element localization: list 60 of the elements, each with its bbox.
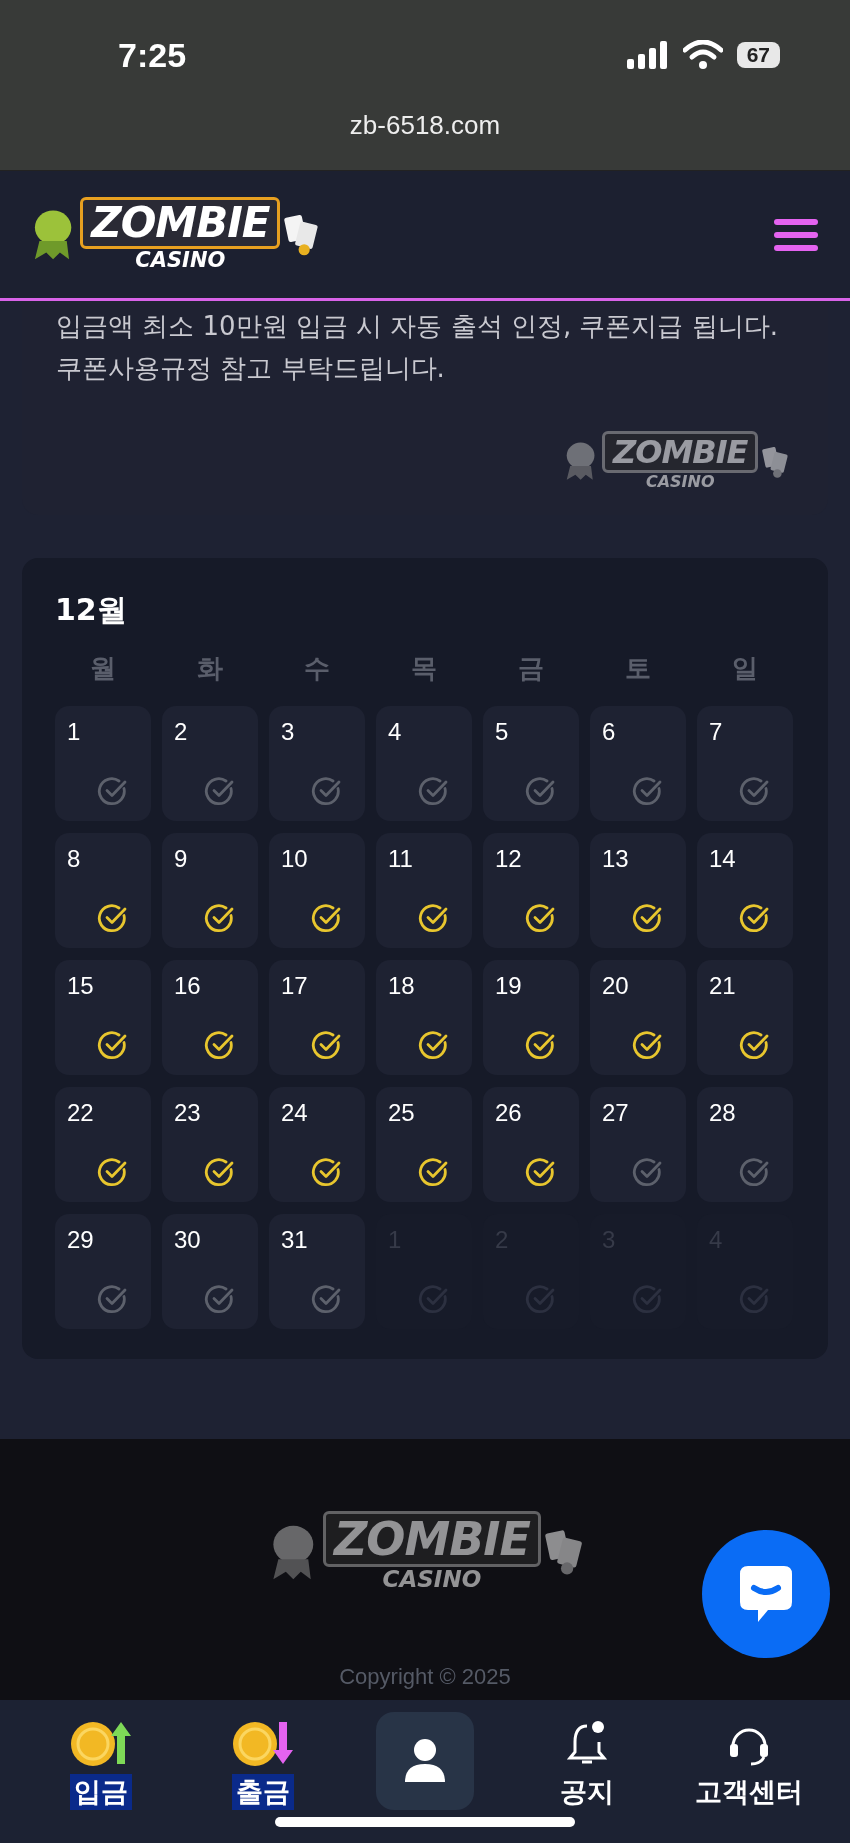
weekday-label: 일 [731, 652, 759, 685]
day-number: 19 [495, 972, 522, 1000]
day-number: 23 [174, 1099, 201, 1127]
day-number: 3 [281, 718, 295, 746]
weekday-label: 금 [517, 652, 545, 685]
person-icon [403, 1738, 447, 1784]
day-number: 14 [709, 845, 736, 873]
day-number: 22 [67, 1099, 94, 1127]
day-number: 27 [602, 1099, 629, 1127]
notice-text: 쿠폰사용규정 참고 부탁드립니다. [56, 351, 445, 385]
day-number: 28 [709, 1099, 736, 1127]
wifi-icon [682, 40, 723, 70]
copyright-text: Copyright © 2025 [339, 1664, 511, 1691]
weekday-label: 목 [410, 652, 438, 685]
watermark-logo: ZOMBIE CASINO [562, 431, 788, 491]
day-number: 6 [602, 718, 616, 746]
weekday-label: 토 [624, 652, 652, 685]
weekday-label: 수 [303, 652, 331, 685]
nav-item[interactable]: 공지 [506, 1712, 668, 1816]
day-number: 5 [495, 718, 509, 746]
unchecked-circle-icon [632, 1283, 664, 1315]
unchecked-circle-icon [525, 1283, 557, 1315]
day-number: 29 [67, 1226, 94, 1254]
day-number: 17 [281, 972, 308, 1000]
day-number: 9 [174, 845, 188, 873]
day-number: 1 [67, 718, 81, 746]
footer-logo: ZOMBIE CASINO [268, 1510, 582, 1593]
nav-item[interactable]: 출금 [182, 1712, 344, 1816]
notice-text: 입금액 최소 10만원 입금 시 자동 출석 인정, 쿠폰지급 됩니다. [56, 310, 778, 343]
day-number: 18 [388, 972, 415, 1000]
day-number: 8 [67, 845, 81, 873]
battery-level: 67 [736, 42, 780, 68]
day-number: 15 [67, 972, 94, 1000]
day-number: 16 [174, 972, 201, 1000]
day-number: 7 [709, 718, 723, 746]
url-text[interactable]: zb-6518.com [349, 110, 501, 141]
day-number: 30 [174, 1226, 201, 1254]
day-number: 31 [281, 1226, 308, 1254]
weekday-label: 화 [196, 652, 224, 685]
day-number: 13 [602, 845, 629, 873]
day-number: 21 [709, 972, 736, 1000]
signal-icon [626, 41, 669, 69]
day-number: 2 [174, 718, 188, 746]
day-number: 10 [281, 845, 308, 873]
day-number: 20 [602, 972, 629, 1000]
unchecked-circle-icon [418, 1283, 450, 1315]
day-number: 26 [495, 1099, 522, 1127]
weekday-label: 월 [89, 652, 117, 685]
status-time: 7:25 [118, 35, 187, 75]
day-number: 11 [388, 845, 413, 873]
day-number: 25 [388, 1099, 415, 1127]
day-number: 12 [495, 845, 522, 873]
nav-item[interactable]: 입금 [20, 1712, 182, 1816]
month-title: 12월 [55, 591, 128, 629]
day-number: 4 [388, 718, 402, 746]
unchecked-circle-icon [739, 1283, 771, 1315]
nav-item[interactable]: 고객센터 [668, 1712, 830, 1816]
site-logo: ZOMBIE CASINO [30, 196, 319, 273]
day-number: 24 [281, 1099, 308, 1127]
profile-button[interactable] [376, 1712, 474, 1810]
